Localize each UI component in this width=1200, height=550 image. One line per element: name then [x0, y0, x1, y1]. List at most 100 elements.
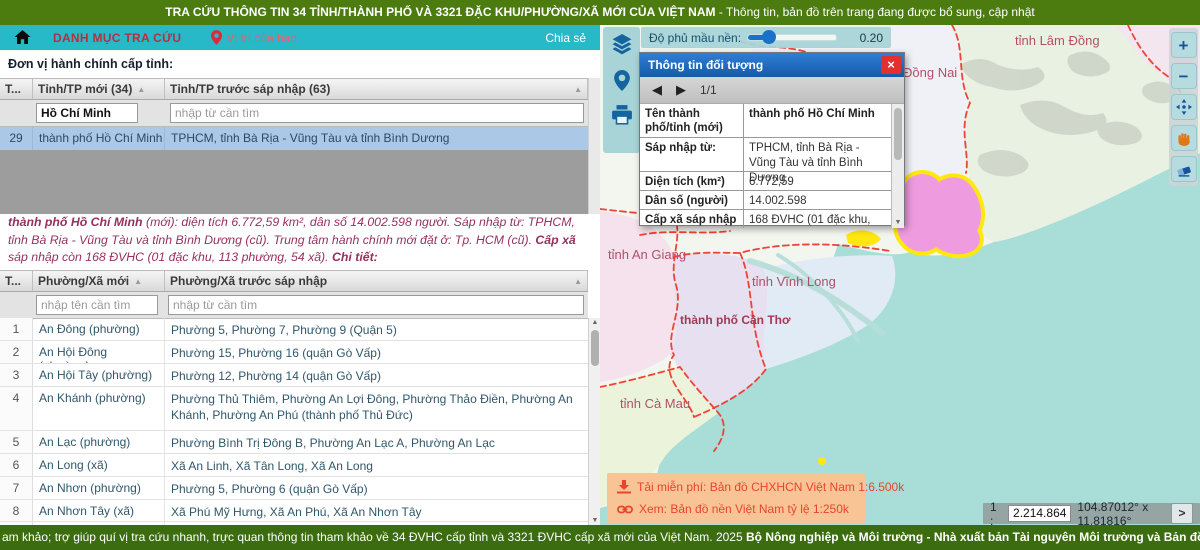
popup-title: Thông tin đối tượng: [648, 58, 763, 72]
map-label-lam-dong: tỉnh Lâm Đồng: [1015, 33, 1100, 48]
province-table-scrollbar[interactable]: [588, 78, 600, 214]
download-map-link[interactable]: Tải miễn phí: Bản đồ CHXHCN Việt Nam 1:6…: [617, 480, 904, 494]
layers-icon[interactable]: [611, 34, 633, 56]
nav-bar: DANH MỤC TRA CỨU Vị trí của bạn Chia sẻ: [0, 25, 600, 50]
table-row[interactable]: 3An Hội Tây (phường)Phường 12, Phường 14…: [0, 364, 588, 387]
popup-attribute-table: Tên thành phố/tỉnh (mới) thành phố Hồ Ch…: [640, 104, 904, 228]
eraser-button[interactable]: [1171, 156, 1197, 182]
highlight-hcmc-region[interactable]: [898, 174, 981, 254]
row-new-province: thành phố Hồ Chí Minh: [33, 127, 165, 150]
pan-button[interactable]: [1171, 94, 1197, 120]
scrollbar-thumb[interactable]: [894, 108, 902, 160]
scroll-down-icon[interactable]: ▼: [892, 219, 904, 226]
hand-icon: [1176, 130, 1192, 146]
share-button[interactable]: Chia sẻ: [545, 31, 586, 45]
footer-bar: am khảo; trợ giúp quí vị tra cứu nhanh, …: [0, 525, 1200, 550]
eraser-icon: [1176, 162, 1192, 177]
section-heading: Đơn vị hành chính cấp tỉnh:: [8, 57, 173, 71]
app-subtitle: - Thông tin, bản đồ trên trang đang được…: [715, 5, 1034, 19]
ward-table-header: T... Phường/Xã mới▲ Phường/Xã trước sáp …: [0, 270, 588, 292]
scroll-down-icon[interactable]: ▼: [589, 517, 600, 524]
map-label-an-giang: tỉnh An Giang: [608, 247, 686, 262]
pan-arrows-icon: [1176, 99, 1192, 115]
opacity-slider[interactable]: [747, 34, 837, 41]
row-old-province: TPHCM, tỉnh Bà Rịa - Vũng Tàu và tỉnh Bì…: [165, 127, 588, 150]
scale-coordinate-bar: 1 : 2.214.864 104.87012° x 11.81816°: [983, 503, 1200, 524]
link-icon: [617, 504, 633, 515]
popup-row: Tên thành phố/tỉnh (mới) thành phố Hồ Ch…: [640, 104, 904, 138]
next-arrow-icon[interactable]: ▶: [676, 82, 686, 98]
ward-table-body: 1An Đông (phường)Phường 5, Phường 7, Phư…: [0, 318, 588, 525]
sort-asc-icon: ▲: [574, 85, 582, 94]
scroll-up-icon[interactable]: ▲: [589, 319, 600, 326]
popup-row: Diện tích (km²) 6.772,59: [640, 172, 904, 191]
table-row[interactable]: 5An Lạc (phường)Phường Bình Trị Đông B, …: [0, 431, 588, 454]
table-row[interactable]: 6An Long (xã)Xã An Linh, Xã Tân Long, Xã…: [0, 454, 588, 477]
table-row[interactable]: 1An Đông (phường)Phường 5, Phường 7, Phư…: [0, 318, 588, 341]
popup-row: Sáp nhập từ: TPHCM, tỉnh Bà Rịa - Vũng T…: [640, 138, 904, 172]
close-icon[interactable]: ×: [881, 56, 901, 74]
footer-text: am khảo; trợ giúp quí vị tra cứu nhanh, …: [2, 530, 746, 544]
map-area: Đồng Nai tỉnh Lâm Đồng tỉnh An Giang tỉn…: [600, 25, 1200, 525]
scale-input[interactable]: 2.214.864: [1008, 505, 1071, 522]
ward-filter-row: [0, 292, 588, 319]
popup-pager-bar: ◀ ▶ 1/1: [640, 77, 904, 104]
col-header-index[interactable]: T...: [0, 79, 33, 99]
footer-org: Bộ Nông nghiệp và Môi trường - Nhà xuất …: [746, 530, 1200, 544]
table-row[interactable]: 2An Hội Đông (phường)Phường 15, Phường 1…: [0, 341, 588, 364]
col-header-old-ward[interactable]: Phường/Xã trước sáp nhập▲: [165, 271, 588, 291]
ward-table-scrollbar[interactable]: ▲ ▼: [588, 318, 600, 525]
map-label-vinh-long: tỉnh Vĩnh Long: [752, 274, 836, 289]
popup-row: Cấp xã sáp nhập còn: 168 ĐVHC (01 đặc kh…: [640, 210, 904, 228]
scrollbar-thumb[interactable]: [591, 330, 599, 366]
nav-location-item[interactable]: Vị trí của bạn: [211, 30, 297, 45]
hand-pan-button[interactable]: [1171, 125, 1197, 151]
popup-pager: 1/1: [700, 83, 717, 97]
popup-row: Dân số (người) 14.002.598: [640, 191, 904, 210]
province-old-filter-input[interactable]: [170, 103, 584, 123]
province-new-filter-input[interactable]: [36, 103, 138, 123]
sort-asc-icon: ▲: [574, 277, 582, 286]
col-header-new-province[interactable]: Tỉnh/TP mới (34)▲: [33, 79, 165, 99]
map-label-can-tho: thành phố Cần Thơ: [680, 313, 791, 327]
col-header-new-ward[interactable]: Phường/Xã mới▲: [33, 271, 165, 291]
scale-prefix: 1 :: [990, 500, 1002, 526]
ward-old-filter-input[interactable]: [168, 295, 584, 315]
popup-scrollbar[interactable]: ▼: [891, 104, 904, 228]
opacity-slider-bar: Độ phủ mầu nền: 0.20: [641, 27, 891, 48]
ward-new-filter-input[interactable]: [36, 295, 158, 315]
download-icon: [617, 480, 631, 494]
nav-location-label: Vị trí của bạn: [226, 31, 297, 45]
locate-me-icon[interactable]: [614, 70, 630, 91]
opacity-value: 0.20: [860, 31, 883, 45]
printer-icon[interactable]: [611, 105, 633, 125]
home-icon[interactable]: [14, 30, 31, 45]
location-pin-icon: [211, 30, 222, 45]
province-description: thành phố Hồ Chí Minh (mới): diện tích 6…: [8, 214, 586, 267]
sort-asc-icon: ▲: [134, 277, 142, 286]
slider-handle[interactable]: [762, 30, 776, 44]
app-window: TRA CỨU THÔNG TIN 34 TỈNH/THÀNH PHỐ VÀ 3…: [0, 0, 1200, 550]
zoom-out-button[interactable]: −: [1171, 63, 1197, 89]
opacity-label: Độ phủ mầu nền:: [649, 31, 741, 45]
table-row[interactable]: 4An Khánh (phường)Phường Thủ Thiêm, Phườ…: [0, 387, 588, 431]
col-header-old-province[interactable]: Tỉnh/TP trước sáp nhập (63)▲: [165, 79, 588, 99]
detail-link[interactable]: Chi tiết:: [332, 250, 378, 264]
map-label-ca-mau: tỉnh Cà Mau: [620, 396, 690, 411]
table-row[interactable]: 8An Nhơn Tây (xã)Xã Phú Mỹ Hưng, Xã An P…: [0, 500, 588, 522]
province-table-header: T... Tỉnh/TP mới (34)▲ Tỉnh/TP trước sáp…: [0, 78, 588, 100]
col-header-index[interactable]: T...: [0, 271, 33, 291]
sort-asc-icon: ▲: [137, 85, 145, 94]
table-row[interactable]: 7An Nhơn (phường)Phường 5, Phường 6 (quậ…: [0, 477, 588, 500]
view-map-link[interactable]: Xem: Bản đồ nền Việt Nam tỷ lệ 1:250k: [617, 502, 849, 516]
map-links-box: Tải miễn phí: Bản đồ CHXHCN Việt Nam 1:6…: [607, 473, 865, 523]
popup-title-bar[interactable]: Thông tin đối tượng ×: [640, 53, 904, 77]
map-label-dong-nai: Đồng Nai: [903, 65, 957, 80]
province-filter-row: [0, 100, 588, 127]
zoom-in-button[interactable]: +: [1171, 32, 1197, 58]
row-index: 29: [0, 127, 33, 150]
nav-menu-item[interactable]: DANH MỤC TRA CỨU: [53, 31, 181, 45]
province-table-row-selected[interactable]: 29 thành phố Hồ Chí Minh TPHCM, tỉnh Bà …: [0, 127, 588, 151]
scalebar-expand-button[interactable]: >: [1171, 503, 1193, 524]
prev-arrow-icon[interactable]: ◀: [652, 82, 662, 98]
